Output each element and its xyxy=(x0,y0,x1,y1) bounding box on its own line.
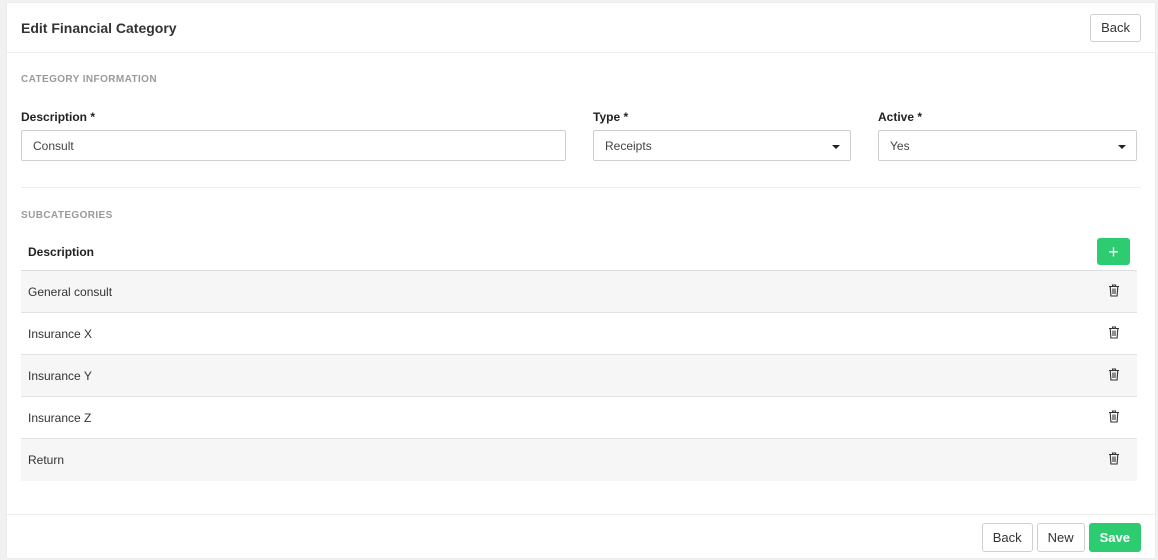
page-title: Edit Financial Category xyxy=(21,19,177,36)
caret-down-icon xyxy=(832,145,840,149)
row-description: Return xyxy=(28,453,65,467)
active-select[interactable]: Yes xyxy=(878,130,1137,161)
trash-icon xyxy=(1109,452,1119,465)
delete-row-button[interactable] xyxy=(1108,452,1120,468)
row-description: Insurance X xyxy=(28,326,93,341)
delete-row-button[interactable] xyxy=(1108,409,1120,426)
description-input-value: Consult xyxy=(33,138,74,153)
table-body: General consult Insurance X Insurance Y … xyxy=(21,271,1137,481)
trash-icon xyxy=(1109,409,1119,423)
row-description: Insurance Y xyxy=(28,368,92,383)
row-description: Insurance Z xyxy=(28,410,92,425)
table-row: General consult xyxy=(21,271,1137,313)
trash-icon xyxy=(1109,325,1119,339)
table-row: Insurance Z xyxy=(21,397,1137,439)
table-row: Insurance X xyxy=(21,313,1137,355)
save-button[interactable]: Save xyxy=(1088,523,1141,552)
delete-row-button[interactable] xyxy=(1108,367,1120,384)
type-field: Type * Receipts xyxy=(593,110,851,161)
trash-icon xyxy=(1109,283,1119,297)
description-label: Description * xyxy=(21,110,96,124)
delete-row-button[interactable] xyxy=(1108,283,1120,300)
header-back-button[interactable]: Back xyxy=(1090,13,1141,42)
type-select-value: Receipts xyxy=(605,138,652,153)
form-footer: Back New Save xyxy=(7,514,1155,560)
description-field: Description * Consult xyxy=(21,110,566,161)
caret-down-icon xyxy=(1118,145,1126,149)
type-select[interactable]: Receipts xyxy=(593,130,851,161)
table-row: Return xyxy=(21,439,1137,481)
subcategories-table: Description + General consult Insurance … xyxy=(21,233,1137,481)
column-header-description: Description xyxy=(28,244,95,259)
plus-icon: + xyxy=(1108,241,1119,262)
subcategories-section-label: SUBCATEGORIES xyxy=(21,210,113,221)
section-divider xyxy=(21,187,1141,188)
description-input[interactable]: Consult xyxy=(21,130,566,161)
table-header: Description + xyxy=(21,233,1137,271)
new-button[interactable]: New xyxy=(1036,523,1085,552)
trash-icon xyxy=(1109,367,1119,381)
type-label: Type * xyxy=(593,110,629,124)
table-row: Insurance Y xyxy=(21,355,1137,397)
active-select-value: Yes xyxy=(890,138,910,153)
category-information-section-label: CATEGORY INFORMATION xyxy=(21,74,157,85)
footer-back-button[interactable]: Back xyxy=(981,523,1033,552)
edit-financial-category-card: Edit Financial Category Back CATEGORY IN… xyxy=(6,2,1156,559)
active-field: Active * Yes xyxy=(878,110,1137,161)
card-header: Edit Financial Category Back xyxy=(7,3,1155,53)
delete-row-button[interactable] xyxy=(1108,325,1120,342)
row-description: General consult xyxy=(28,284,113,299)
add-subcategory-button[interactable]: + xyxy=(1097,238,1130,265)
active-label: Active * xyxy=(878,110,923,124)
